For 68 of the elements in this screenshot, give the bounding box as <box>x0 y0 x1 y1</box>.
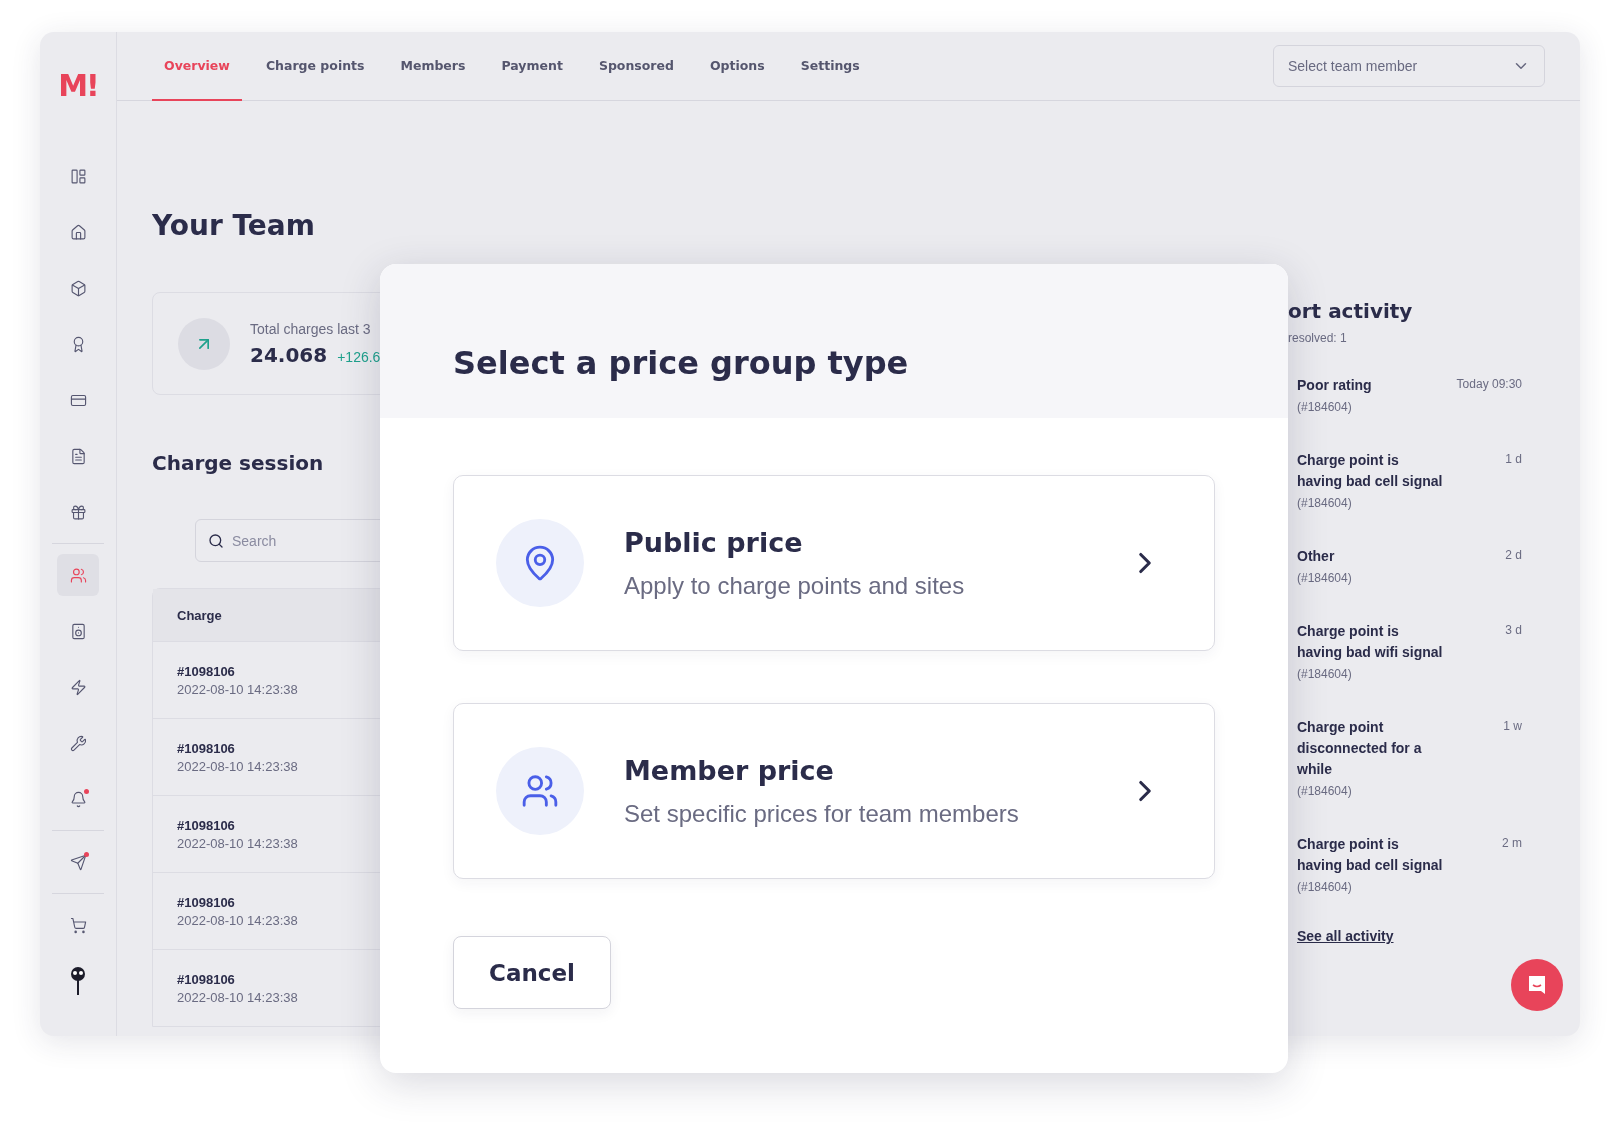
activity-time: 1 w <box>1503 718 1522 735</box>
page-title: Your Team <box>152 209 316 242</box>
nav-tab[interactable]: Charge points <box>253 32 377 101</box>
send-icon <box>69 853 87 871</box>
nav-tab[interactable]: Overview <box>152 32 242 101</box>
lightning-icon <box>69 678 87 696</box>
activity-title-text: Charge point is having bad cell signal <box>1297 835 1444 875</box>
activity-reference: (#184604) <box>1297 400 1353 414</box>
charge-id: #1098106 <box>177 817 236 833</box>
activity-title-text: Charge point is having bad cell signal <box>1297 451 1444 491</box>
activity-subtitle: resolved: 1 <box>1288 331 1348 345</box>
activity-time: 2 m <box>1502 835 1522 852</box>
nav-tab[interactable]: Sponsored <box>586 32 686 101</box>
activity-title-text: Charge point disconnected for a while <box>1297 718 1423 779</box>
stat-value: 24.068 <box>250 342 328 367</box>
section-title: Charge session <box>152 451 325 475</box>
cube-icon <box>69 279 87 297</box>
activity-title-text: Other <box>1297 547 1336 566</box>
option-title: Member price <box>624 754 835 786</box>
charge-time: 2022-08-10 14:23:38 <box>177 989 299 1005</box>
gift-icon <box>69 503 87 521</box>
price-option[interactable]: Public price Apply to charge points and sites <box>453 475 1215 651</box>
wrench-icon <box>69 734 87 752</box>
activity-time: 3 d <box>1505 622 1522 639</box>
option-description: Set specific prices for team members <box>624 799 1020 828</box>
activity-title-text: Poor rating <box>1297 376 1373 395</box>
option-description: Apply to charge points and sites <box>624 571 966 600</box>
layout-icon <box>69 167 87 185</box>
logo: M! <box>58 68 98 103</box>
charge-id: #1098106 <box>177 663 236 679</box>
charge-id: #1098106 <box>177 740 236 756</box>
activity-reference: (#184604) <box>1297 667 1353 681</box>
charge-time: 2022-08-10 14:23:38 <box>177 835 299 851</box>
activity-title-text: Charge point is having bad wifi signal <box>1297 622 1444 662</box>
nav-tab[interactable]: Members <box>388 32 478 101</box>
charge-id: #1098106 <box>177 971 236 987</box>
activity-time: 2 d <box>1505 547 1522 564</box>
see-all-link[interactable]: See all activity <box>1297 928 1394 944</box>
activity-reference: (#184604) <box>1297 496 1353 510</box>
activity-reference: (#184604) <box>1297 571 1353 585</box>
cart-icon <box>69 916 87 934</box>
activity-reference: (#184604) <box>1297 784 1353 798</box>
team-member-select[interactable]: Select team member <box>1273 45 1545 87</box>
activity-time: 1 d <box>1505 451 1522 468</box>
charge-time: 2022-08-10 14:23:38 <box>177 758 299 774</box>
stat-label: Total charges last 3 <box>250 320 372 337</box>
activity-title: ort activity <box>1288 299 1414 323</box>
activity-reference: (#184604) <box>1297 880 1353 894</box>
charge-id: #1098106 <box>177 894 236 910</box>
bell-icon <box>69 790 87 808</box>
mascot-icon <box>69 966 87 996</box>
speaker-icon <box>69 622 87 640</box>
nav-tab[interactable]: Options <box>697 32 777 101</box>
home-icon <box>69 223 87 241</box>
nav-tab[interactable]: Payment <box>489 32 575 101</box>
modal-title: Select a price group type <box>453 344 909 382</box>
stat-change: +126.6 <box>337 348 381 365</box>
activity-time: Today 09:30 <box>1456 376 1522 393</box>
cancel-button[interactable]: Cancel <box>453 936 611 1009</box>
charge-time: 2022-08-10 14:23:38 <box>177 681 299 697</box>
column-header: Charge <box>153 589 381 641</box>
charge-time: 2022-08-10 14:23:38 <box>177 912 299 928</box>
users-icon <box>69 566 87 584</box>
price-option[interactable]: Member price Set specific prices for team members <box>453 703 1215 879</box>
search-icon <box>208 532 224 549</box>
nav-tab[interactable]: Settings <box>788 32 872 101</box>
option-title: Public price <box>624 526 804 558</box>
document-icon <box>69 447 87 465</box>
